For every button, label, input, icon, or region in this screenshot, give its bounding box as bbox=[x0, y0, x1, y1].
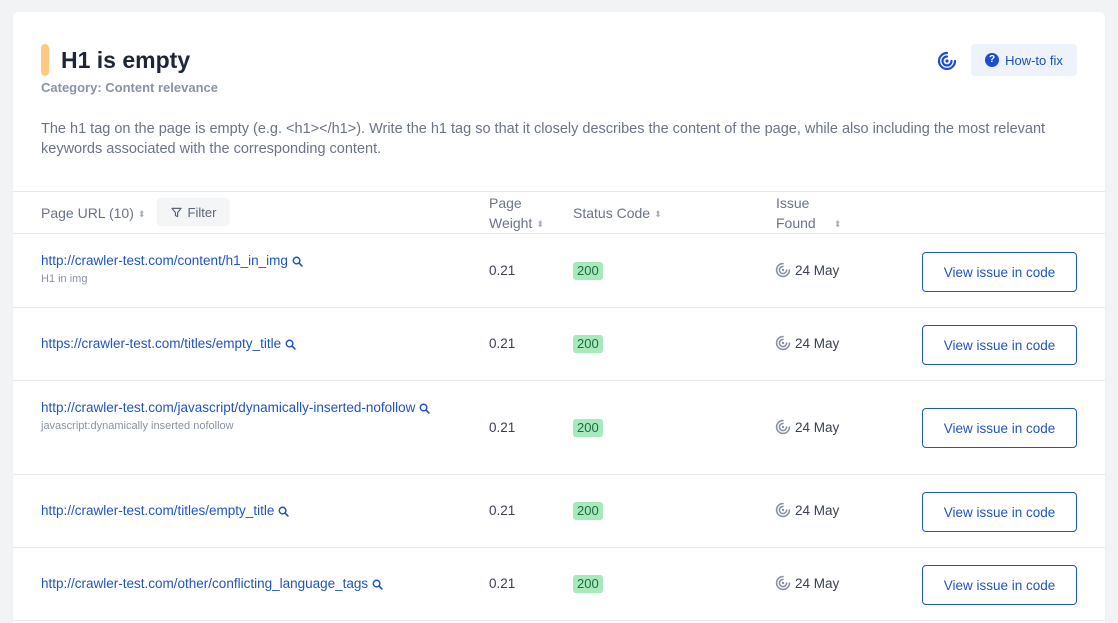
search-icon[interactable] bbox=[292, 256, 303, 267]
url-cell: https://crawler-test.com/titles/empty_ti… bbox=[41, 334, 476, 354]
status-badge: 200 bbox=[573, 419, 603, 437]
issue-title: H1 is empty bbox=[61, 47, 191, 73]
issue-date-text: 24 May bbox=[795, 502, 840, 518]
page-weight: 0.21 bbox=[489, 263, 516, 278]
crawl-icon bbox=[775, 262, 791, 278]
issue-date-text: 24 May bbox=[795, 262, 840, 278]
severity-bar bbox=[41, 44, 49, 76]
col-page-weight-label-2: Weight bbox=[489, 215, 533, 231]
status-badge: 200 bbox=[573, 335, 603, 353]
page-url-text: http://crawler-test.com/javascript/dynam… bbox=[41, 400, 416, 415]
crawl-icon bbox=[775, 575, 791, 591]
crawl-icon bbox=[775, 502, 791, 518]
crawl-icon bbox=[775, 419, 791, 435]
col-page-weight[interactable]: Page Weight ⬍ bbox=[489, 193, 544, 234]
status-badge: 200 bbox=[573, 575, 603, 593]
page-weight: 0.21 bbox=[489, 336, 516, 351]
view-issue-button[interactable]: View issue in code bbox=[922, 492, 1077, 532]
page-url-link[interactable]: http://crawler-test.com/titles/empty_tit… bbox=[41, 501, 476, 521]
col-status-code[interactable]: Status Code ⬍ bbox=[573, 203, 662, 224]
col-issue-found[interactable]: Issue Found ⬍ bbox=[776, 193, 841, 234]
table-row: https://crawler-test.com/titles/empty_ti… bbox=[13, 308, 1105, 381]
page-url-text: http://crawler-test.com/titles/empty_tit… bbox=[41, 503, 275, 518]
issue-date: 24 May bbox=[775, 575, 839, 591]
issue-date-text: 24 May bbox=[795, 419, 840, 435]
issue-date-text: 24 May bbox=[795, 335, 840, 351]
issue-rows: http://crawler-test.com/content/h1_in_im… bbox=[13, 234, 1105, 621]
filter-icon bbox=[170, 207, 182, 217]
url-cell: http://crawler-test.com/content/h1_in_im… bbox=[41, 251, 476, 285]
page-subtitle: javascript:dynamically inserted nofollow bbox=[41, 420, 234, 432]
page-weight: 0.21 bbox=[489, 576, 516, 591]
col-issue-found-label-1: Issue bbox=[776, 195, 810, 211]
col-page-url[interactable]: Page URL (10) ⬍ bbox=[41, 203, 145, 224]
url-cell: http://crawler-test.com/javascript/dynam… bbox=[41, 398, 476, 432]
view-issue-button[interactable]: View issue in code bbox=[922, 252, 1077, 292]
sort-icon: ⬍ bbox=[137, 209, 146, 219]
sitechecker-icon bbox=[937, 51, 957, 71]
issue-date: 24 May bbox=[775, 419, 839, 435]
page-weight: 0.21 bbox=[489, 503, 516, 518]
table-row: http://crawler-test.com/titles/empty_tit… bbox=[13, 475, 1105, 548]
view-issue-button[interactable]: View issue in code bbox=[922, 565, 1077, 605]
sort-icon: ⬍ bbox=[536, 219, 544, 229]
page-url-link[interactable]: http://crawler-test.com/other/conflictin… bbox=[41, 574, 476, 594]
search-icon[interactable] bbox=[372, 579, 383, 590]
filter-label: Filter bbox=[187, 204, 217, 220]
issue-category: Category: Content relevance bbox=[41, 80, 218, 95]
filter-button[interactable]: Filter bbox=[157, 198, 230, 226]
page-url-link[interactable]: http://crawler-test.com/content/h1_in_im… bbox=[41, 251, 476, 271]
sitechecker-button[interactable] bbox=[931, 46, 963, 76]
search-icon[interactable] bbox=[419, 403, 431, 414]
sort-icon: ⬍ bbox=[654, 209, 662, 219]
col-page-url-label: Page URL (10) bbox=[41, 205, 134, 221]
status-badge: 200 bbox=[573, 502, 603, 520]
page-subtitle: H1 in img bbox=[41, 273, 88, 285]
sort-icon: ⬍ bbox=[833, 219, 842, 229]
page-url-text: https://crawler-test.com/titles/empty_ti… bbox=[41, 336, 282, 351]
page-url-link[interactable]: http://crawler-test.com/javascript/dynam… bbox=[41, 398, 476, 418]
search-icon[interactable] bbox=[285, 339, 296, 350]
status-badge: 200 bbox=[573, 262, 603, 280]
crawl-icon bbox=[775, 335, 791, 351]
page-url-text: http://crawler-test.com/content/h1_in_im… bbox=[41, 253, 288, 268]
page-weight: 0.21 bbox=[489, 420, 516, 435]
issue-header: H1 is empty Category: Content relevance … bbox=[13, 12, 1105, 192]
table-header: Page URL (10) ⬍ Filter Page Weight ⬍ Statu… bbox=[13, 191, 1105, 234]
how-to-fix-button[interactable]: ? How-to fix bbox=[971, 44, 1077, 76]
url-cell: http://crawler-test.com/titles/empty_tit… bbox=[41, 501, 476, 521]
issue-date: 24 May bbox=[775, 502, 839, 518]
col-issue-found-label-2: Found bbox=[776, 215, 816, 231]
table-row: http://crawler-test.com/content/h1_in_im… bbox=[13, 234, 1105, 308]
how-to-fix-label: How-to fix bbox=[1005, 52, 1063, 68]
page-url-link[interactable]: https://crawler-test.com/titles/empty_ti… bbox=[41, 334, 476, 354]
view-issue-button[interactable]: View issue in code bbox=[922, 325, 1077, 365]
view-issue-button[interactable]: View issue in code bbox=[922, 408, 1077, 448]
col-page-weight-label-1: Page bbox=[489, 195, 522, 211]
url-cell: http://crawler-test.com/other/conflictin… bbox=[41, 574, 476, 594]
table-row: http://crawler-test.com/javascript/dynam… bbox=[13, 381, 1105, 475]
col-status-code-label: Status Code bbox=[573, 205, 651, 221]
search-icon[interactable] bbox=[278, 506, 290, 517]
table-row: http://crawler-test.com/other/conflictin… bbox=[13, 548, 1105, 621]
issue-card: H1 is empty Category: Content relevance … bbox=[13, 12, 1105, 623]
page-url-text: http://crawler-test.com/other/conflictin… bbox=[41, 576, 369, 591]
question-icon: ? bbox=[985, 53, 1000, 67]
issue-date-text: 24 May bbox=[795, 575, 840, 591]
issue-description: The h1 tag on the page is empty (e.g. <h… bbox=[41, 121, 1046, 157]
issue-date: 24 May bbox=[775, 262, 839, 278]
issue-date: 24 May bbox=[775, 335, 839, 351]
